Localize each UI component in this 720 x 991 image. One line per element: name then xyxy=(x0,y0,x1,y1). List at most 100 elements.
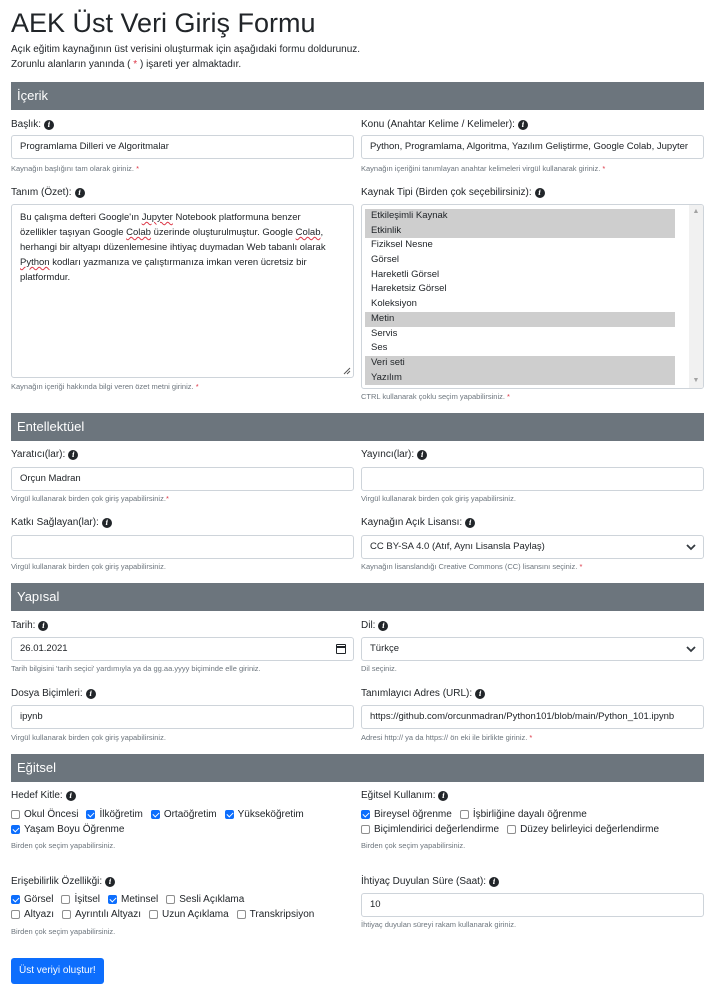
info-icon[interactable]: i xyxy=(38,620,49,631)
tanim-label: Tanım (Özet): i xyxy=(11,186,85,199)
kaynak-tipi-option[interactable]: Servis xyxy=(365,327,675,342)
info-icon[interactable]: i xyxy=(68,449,79,460)
checkbox-unchecked[interactable] xyxy=(459,810,469,819)
tanim-line: özellikler taşıyan Google Colab üzerinde… xyxy=(20,225,345,240)
info-icon[interactable]: i xyxy=(417,449,428,460)
lisans-help-text: Kaynağın lisanslandığı Creative Commons … xyxy=(361,562,580,571)
dosya-input[interactable]: ipynb xyxy=(11,705,354,729)
checkbox-unchecked[interactable] xyxy=(507,825,517,834)
baslik-input[interactable]: Programlama Dilleri ve Algoritmalar xyxy=(11,135,354,159)
info-icon[interactable]: i xyxy=(475,688,486,699)
checkbox-option[interactable]: Yükseköğretim xyxy=(224,807,304,822)
checkbox-option[interactable]: Altyazı xyxy=(11,907,54,922)
lisans-label: Kaynağın Açık Lisansı: i xyxy=(361,516,476,529)
yayinci-input[interactable] xyxy=(361,467,704,491)
info-icon[interactable]: i xyxy=(438,790,449,801)
egitsel-kullanim-label-text: Eğitsel Kullanım: xyxy=(361,790,436,801)
checkbox-option[interactable]: Metinsel xyxy=(108,892,158,907)
resize-handle-icon[interactable] xyxy=(343,367,351,375)
checkbox-checked[interactable] xyxy=(86,810,96,819)
checkbox-option[interactable]: Bireysel öğrenme xyxy=(361,807,452,822)
checkbox-row: Yaşam Boyu Öğrenme xyxy=(11,822,354,837)
kaynak-tipi-option[interactable]: Veri seti xyxy=(365,355,675,371)
kaynak-tipi-option[interactable]: Yazılım xyxy=(365,370,675,386)
info-icon[interactable]: i xyxy=(489,876,500,887)
kaynak-tipi-option[interactable]: Etkileşimli Kaynak xyxy=(365,209,675,224)
tanim-text-part: üzerinde oluşturulmuştur. Google xyxy=(150,227,296,238)
url-help: Adresi http:// ya da https:// ön eki ile… xyxy=(361,733,532,743)
checkbox-label: Transkripsiyon xyxy=(249,909,315,920)
checkbox-option[interactable]: Biçimlendirici değerlendirme xyxy=(361,822,499,837)
checkbox-option[interactable]: İlköğretim xyxy=(86,807,143,822)
checkbox-option[interactable]: Uzun Açıklama xyxy=(148,907,229,922)
info-icon[interactable]: i xyxy=(517,119,528,130)
dil-select[interactable]: Türkçe xyxy=(361,637,704,661)
url-input[interactable]: https://github.com/orcunmadran/Python101… xyxy=(361,705,704,729)
checkbox-checked[interactable] xyxy=(108,895,118,904)
dosya-label-text: Dosya Biçimleri: xyxy=(11,688,83,699)
checkbox-unchecked[interactable] xyxy=(361,825,370,834)
info-icon[interactable]: i xyxy=(465,517,476,528)
checkbox-unchecked[interactable] xyxy=(148,910,158,919)
konu-input[interactable]: Python, Programlama, Algoritma, Yazılım … xyxy=(361,135,704,159)
kaynak-tipi-option[interactable]: Hareketli Görsel xyxy=(365,268,675,283)
info-icon[interactable]: i xyxy=(74,187,85,198)
info-icon[interactable]: i xyxy=(378,620,389,631)
checkbox-option[interactable]: Sesli Açıklama xyxy=(166,892,244,907)
checkbox-option[interactable]: Ayrıntılı Altyazı xyxy=(62,907,141,922)
baslik-help-text: Kaynağın başlığını tam olarak giriniz. xyxy=(11,164,137,173)
kaynak-tipi-option[interactable]: Fiziksel Nesne xyxy=(365,238,675,253)
yaratici-help-text: Virgül kullanarak birden çok giriş yapab… xyxy=(11,494,166,503)
checkbox-unchecked[interactable] xyxy=(166,895,176,904)
checkbox-unchecked[interactable] xyxy=(62,910,72,919)
info-icon[interactable]: i xyxy=(65,790,76,801)
tanim-textarea[interactable]: Bu çalışma defteri Google'ın Jupyter Not… xyxy=(11,204,354,378)
info-icon[interactable]: i xyxy=(44,119,55,130)
kaynak-tipi-option[interactable]: Ses xyxy=(365,341,675,356)
yaratici-input[interactable]: Orçun Madran xyxy=(11,467,354,491)
tanim-text-part: Bu çalışma defteri Google'ın xyxy=(20,212,142,223)
info-icon[interactable]: i xyxy=(101,517,112,528)
checkbox-option[interactable]: Düzey belirleyici değerlendirme xyxy=(507,822,659,837)
kaynak-tipi-option[interactable]: Görsel xyxy=(365,253,675,268)
checkbox-checked[interactable] xyxy=(11,895,20,904)
checkbox-option[interactable]: Ortaöğretim xyxy=(150,807,217,822)
checkbox-checked[interactable] xyxy=(11,825,20,834)
kaynak-tipi-listbox[interactable]: Etkileşimli Kaynak Etkinlik Fiziksel Nesne… xyxy=(361,204,704,389)
checkbox-checked[interactable] xyxy=(224,810,234,819)
checkbox-unchecked[interactable] xyxy=(11,910,20,919)
info-icon[interactable]: i xyxy=(85,688,96,699)
checkbox-option[interactable]: İşbirliğine dayalı öğrenme xyxy=(459,807,587,822)
kaynak-tipi-option[interactable]: Hareketsiz Görsel xyxy=(365,282,675,297)
checkbox-unchecked[interactable] xyxy=(11,810,20,819)
listbox-scrollbar[interactable]: ▲ ▼ xyxy=(689,205,703,388)
kaynak-tipi-option[interactable]: Metin xyxy=(365,311,675,327)
katki-input[interactable] xyxy=(11,535,354,559)
checkbox-option[interactable]: Yaşam Boyu Öğrenme xyxy=(11,822,124,837)
checkbox-checked[interactable] xyxy=(361,810,370,819)
kaynak-tipi-option[interactable]: Etkinlik xyxy=(365,223,675,239)
checkbox-option[interactable]: İşitsel xyxy=(61,892,100,907)
info-icon[interactable]: i xyxy=(105,876,116,887)
info-icon[interactable]: i xyxy=(534,187,545,198)
checkbox-option[interactable]: Okul Öncesi xyxy=(11,807,78,822)
scroll-up-icon[interactable]: ▲ xyxy=(689,205,703,219)
submit-button[interactable]: Üst veriyi oluştur! xyxy=(11,958,104,984)
tanim-label-text: Tanım (Özet): xyxy=(11,187,72,198)
checkbox-unchecked[interactable] xyxy=(236,910,246,919)
scroll-down-icon[interactable]: ▼ xyxy=(689,374,703,388)
kaynak-tipi-option[interactable]: Koleksiyon xyxy=(365,297,675,312)
checkbox-checked[interactable] xyxy=(150,810,160,819)
lisans-select[interactable]: CC BY-SA 4.0 (Atıf, Aynı Lisansla Paylaş… xyxy=(361,535,704,559)
sure-input[interactable]: 10 xyxy=(361,893,704,917)
katki-label: Katkı Sağlayan(lar): i xyxy=(11,516,112,529)
checkbox-option[interactable]: Görsel xyxy=(11,892,53,907)
checkbox-unchecked[interactable] xyxy=(61,895,71,904)
tarih-input[interactable]: 26.01.2021 xyxy=(11,637,354,661)
checkbox-label: Metinsel xyxy=(121,894,159,905)
calendar-icon[interactable] xyxy=(336,644,346,654)
checkbox-option[interactable]: Transkripsiyon xyxy=(236,907,315,922)
sure-label: İhtiyaç Duyulan Süre (Saat): i xyxy=(361,875,500,888)
section-entellektuel: Entellektüel xyxy=(11,413,704,441)
katki-label-text: Katkı Sağlayan(lar): xyxy=(11,517,99,528)
